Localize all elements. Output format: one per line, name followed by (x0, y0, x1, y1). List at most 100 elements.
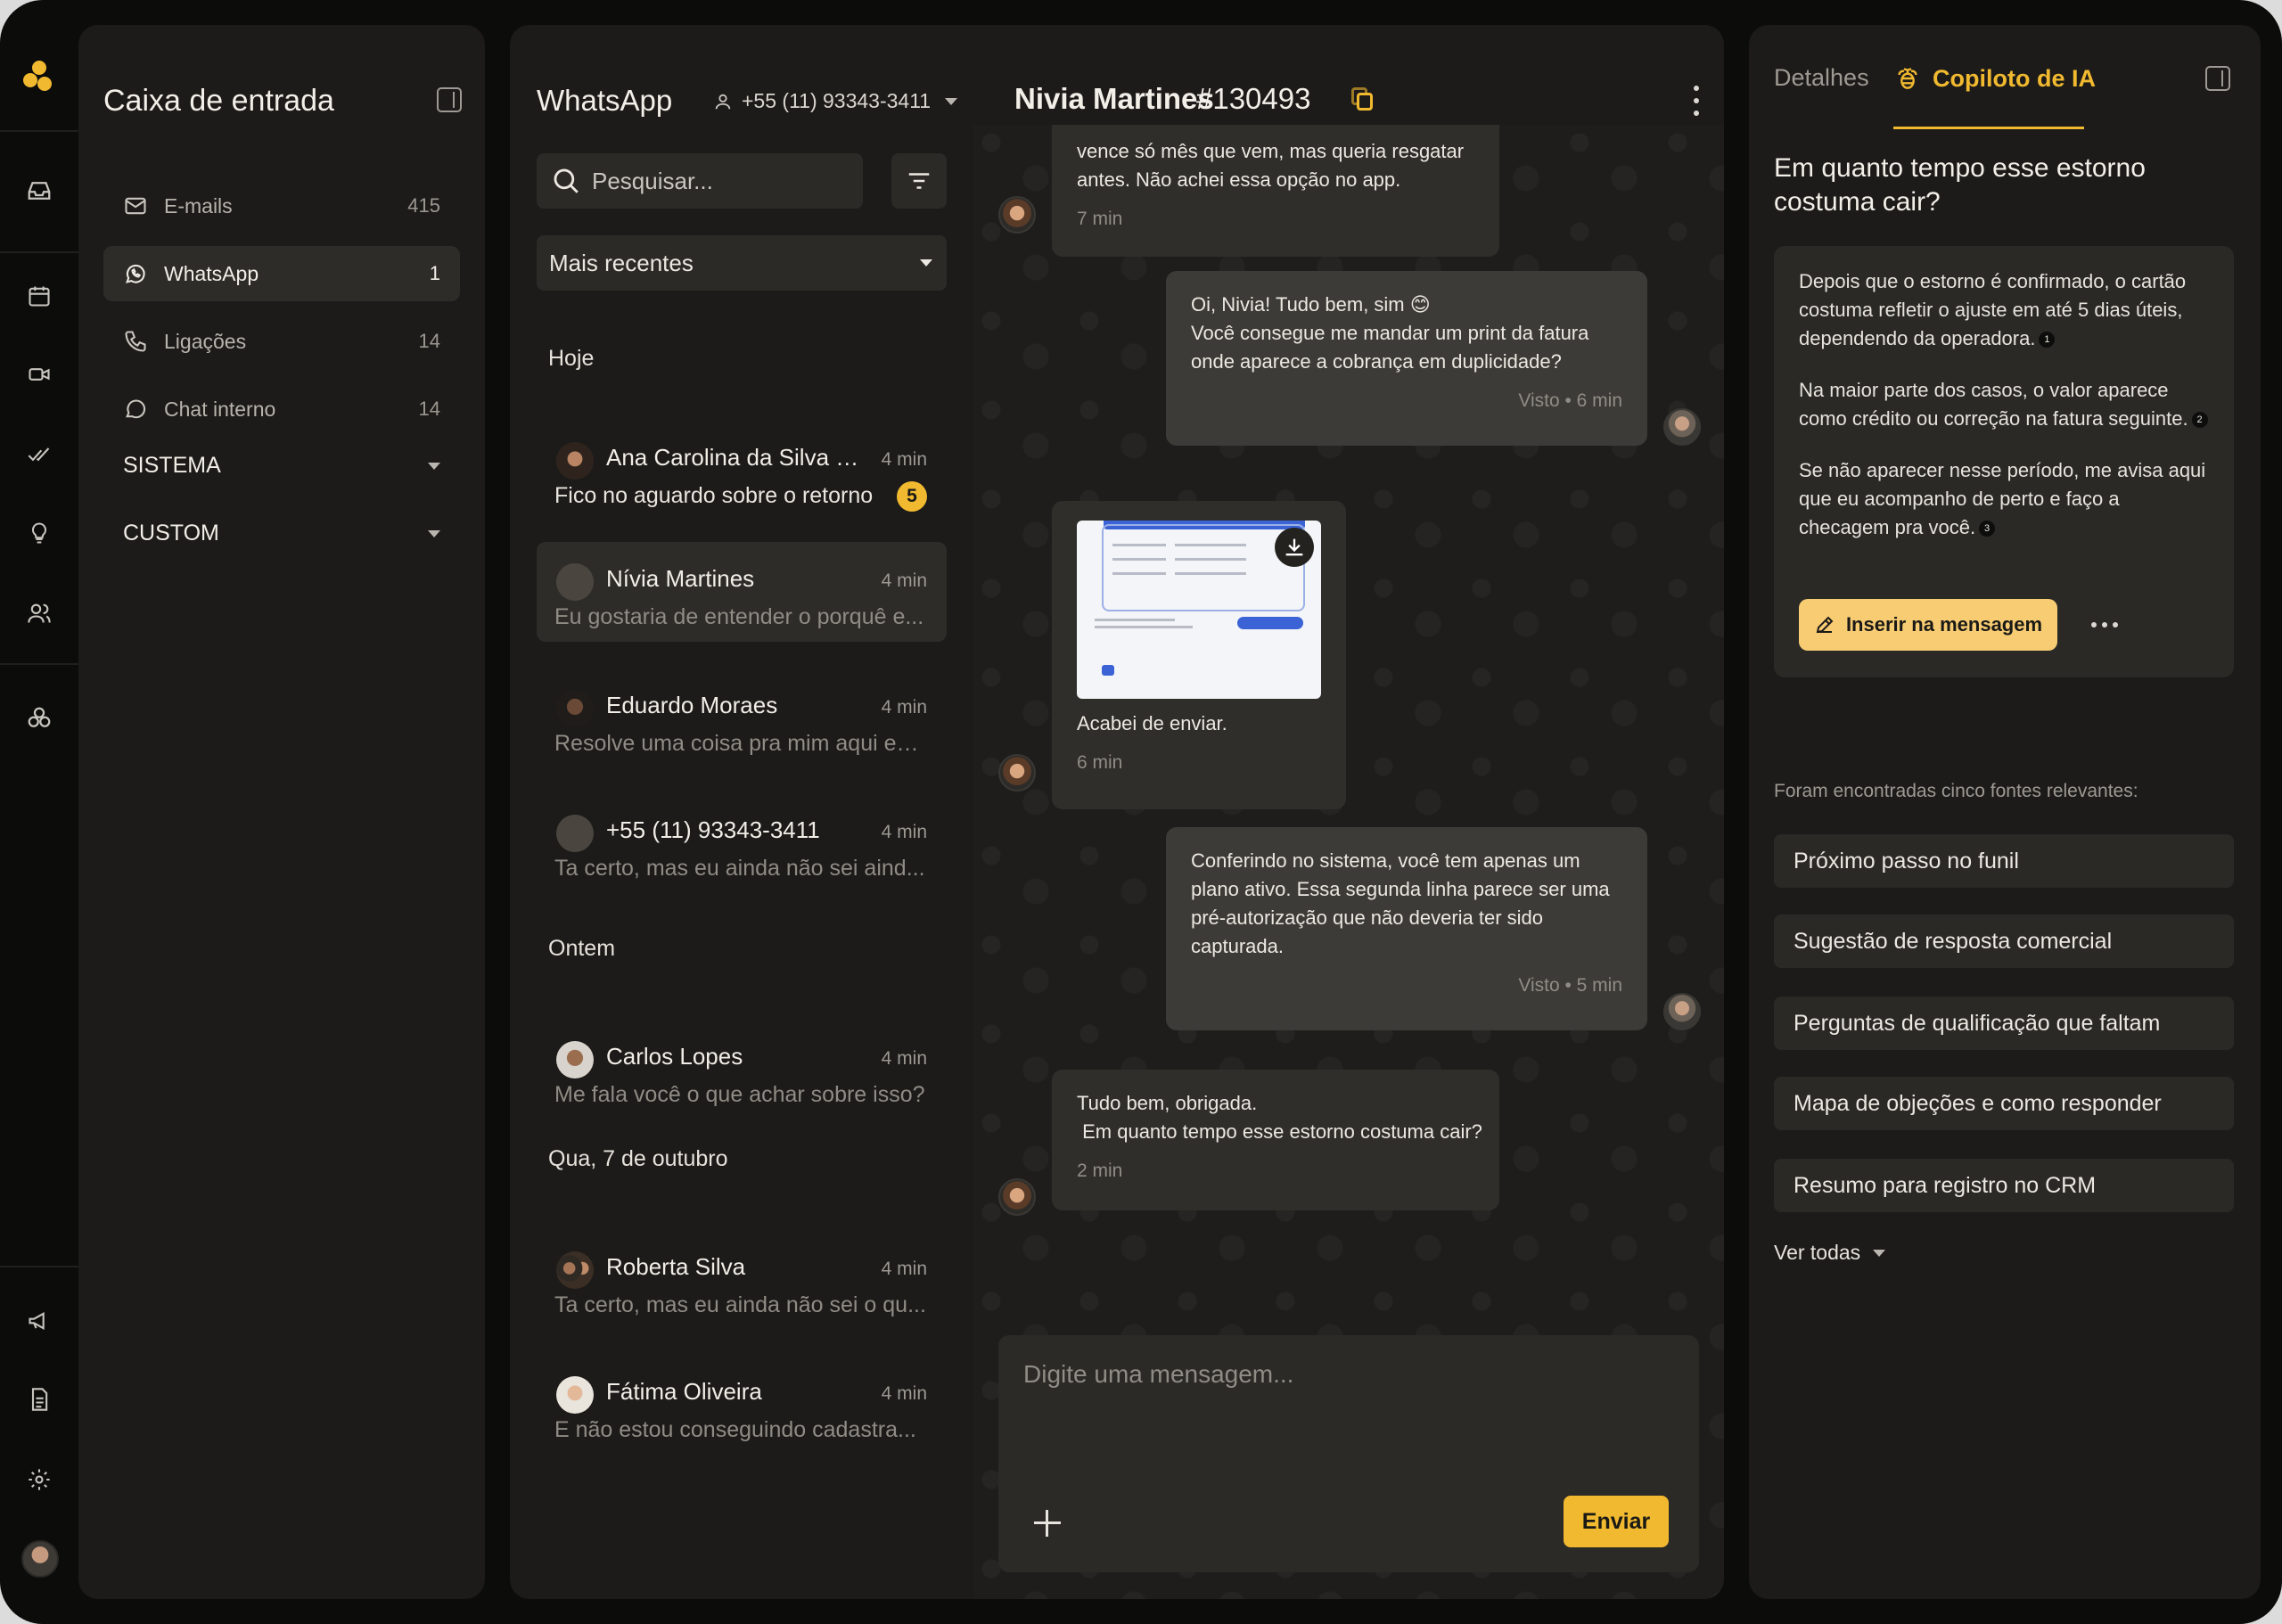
invoice-logo (1102, 665, 1114, 676)
message-line: Conferindo no sistema, você tem apenas u… (1191, 849, 1580, 872)
calendar-icon[interactable] (21, 278, 57, 314)
conversation-item[interactable]: Ana Carolina da Silva Sa... 4 min Fico n… (537, 421, 947, 521)
message-status: Visto • 5 min (1518, 975, 1622, 996)
chat-panel: vence só mês que vem, mas queria resgata… (973, 25, 1724, 1599)
invoice-row (1095, 619, 1175, 621)
document-icon[interactable] (21, 1382, 57, 1417)
conversation-item[interactable]: Roberta Silva 4 min Ta certo, mas eu ain… (537, 1230, 947, 1330)
user-avatar[interactable] (21, 1540, 59, 1578)
group-label: CUSTOM (123, 521, 219, 545)
copilot-panel: Detalhes Copiloto de IA Em quanto tempo … (1749, 25, 2261, 1599)
conversation-time: 4 min (881, 1259, 927, 1279)
conversation-name: Carlos Lopes (606, 1043, 743, 1070)
collapse-panel-icon[interactable] (437, 87, 462, 112)
inbox-item-whatsapp[interactable]: WhatsApp 1 (103, 246, 460, 301)
group-label: SISTEMA (123, 453, 221, 478)
conversation-item[interactable]: Eduardo Moraes 4 min Resolve uma coisa p… (537, 668, 947, 768)
invoice-row (1175, 572, 1246, 575)
see-all-sources-link[interactable]: Ver todas (1774, 1241, 1886, 1265)
conversation-time: 4 min (881, 1048, 927, 1069)
invoice-table (1102, 524, 1305, 611)
message-outgoing: Conferindo no sistema, você tem apenas u… (1166, 827, 1647, 1030)
inbox-item-label: WhatsApp (164, 261, 259, 285)
conversation-name: Eduardo Moraes (606, 692, 778, 718)
footnote-ref[interactable]: 1 (2039, 332, 2056, 349)
message-line: Em quanto tempo esse estorno costuma cai… (1077, 1120, 1482, 1143)
conversation-preview: Me fala você o que achar sobre isso? (554, 1082, 925, 1107)
day-separator: Ontem (548, 936, 616, 961)
message-line: pré-autorização que não deveria ter sido (1191, 906, 1544, 929)
conversation-item[interactable]: +55 (11) 93343-3411 4 min Ta certo, mas … (537, 793, 947, 893)
inbox-item-calls[interactable]: Ligações 14 (103, 314, 460, 369)
answer-paragraph: Na maior parte dos casos, o valor aparec… (1799, 376, 2209, 433)
answer-paragraph: Se não aparecer nesse período, me avisa … (1799, 456, 2209, 542)
tab-ai-copilot[interactable]: Copiloto de IA (1893, 64, 2096, 93)
message-time: 7 min (1077, 209, 1123, 229)
phone-number: +55 (11) 93343-3411 (742, 89, 932, 112)
active-tab-indicator (1893, 127, 2084, 129)
bee-icon (1898, 68, 1917, 89)
source-item[interactable]: Próximo passo no funil (1774, 834, 2234, 888)
inbox-icon[interactable] (21, 173, 57, 209)
search-input[interactable]: Pesquisar... (537, 153, 863, 209)
footnote-ref[interactable]: 2 (2191, 412, 2208, 429)
brand-logo[interactable] (23, 61, 55, 93)
message-line: Você consegue me mandar um print da fatu… (1191, 322, 1589, 344)
source-item[interactable]: Sugestão de resposta comercial (1774, 915, 2234, 968)
double-check-icon[interactable] (21, 437, 57, 472)
group-custom[interactable]: CUSTOM (123, 521, 440, 546)
gear-icon[interactable] (21, 1462, 57, 1497)
day-separator: Hoje (548, 346, 595, 371)
pencil-icon (1816, 616, 1834, 634)
more-options-icon[interactable] (1694, 86, 1699, 116)
chevron-down-icon (428, 462, 440, 470)
add-attachment-icon[interactable] (1032, 1508, 1063, 1538)
message-line: capturada. (1191, 935, 1284, 957)
invoice-image[interactable] (1077, 521, 1321, 699)
answer-text: Na maior parte dos casos, o valor aparec… (1799, 379, 2188, 430)
conversation-time: 4 min (881, 1383, 927, 1404)
filter-button[interactable] (891, 153, 947, 209)
source-item[interactable]: Perguntas de qualificação que faltam (1774, 997, 2234, 1050)
send-button[interactable]: Enviar (1564, 1496, 1669, 1547)
integrations-icon[interactable] (21, 701, 57, 736)
video-icon[interactable] (21, 357, 57, 392)
chevron-down-icon (945, 97, 958, 105)
divider (0, 663, 78, 665)
avatar (556, 1251, 594, 1289)
users-icon[interactable] (21, 595, 57, 631)
agent-avatar (1663, 408, 1701, 446)
footnote-ref[interactable]: 3 (1979, 521, 1996, 537)
insert-in-message-button[interactable]: Inserir na mensagem (1799, 599, 2057, 651)
message-line: Acabei de enviar. (1077, 712, 1227, 734)
conversation-item[interactable]: Carlos Lopes 4 min Me fala você o que ac… (537, 1020, 947, 1120)
inbox-item-internal-chat[interactable]: Chat interno 14 (103, 381, 460, 437)
group-sistema[interactable]: SISTEMA (123, 453, 440, 479)
conversation-item[interactable]: Nívia Martines 4 min Eu gostaria de ente… (537, 542, 947, 642)
lightbulb-icon[interactable] (21, 515, 57, 551)
sort-dropdown[interactable]: Mais recentes (537, 235, 947, 291)
chevron-down-icon (1873, 1249, 1886, 1257)
conversation-item[interactable]: Fátima Oliveira 4 min E não estou conseg… (537, 1355, 947, 1455)
copy-icon[interactable] (1351, 87, 1375, 112)
message-line: Oi, Nivia! Tudo bem, sim 😊 (1191, 293, 1431, 316)
megaphone-icon[interactable] (21, 1303, 57, 1339)
tab-details[interactable]: Detalhes (1774, 64, 1869, 92)
ai-answer-card: Depois que o estorno é confirmado, o car… (1774, 246, 2234, 677)
invoice-total-pill (1237, 617, 1303, 629)
message-composer[interactable]: Digite uma mensagem... Enviar (998, 1335, 1699, 1572)
download-button[interactable] (1275, 528, 1314, 567)
more-actions-icon[interactable] (2091, 622, 2118, 627)
message-incoming: vence só mês que vem, mas queria resgata… (1052, 114, 1499, 257)
conversation-preview: Ta certo, mas eu ainda não sei o qu... (554, 1292, 926, 1317)
source-item[interactable]: Mapa de objeções e como responder (1774, 1077, 2234, 1130)
inbox-item-label: Ligações (164, 329, 247, 353)
insert-label: Inserir na mensagem (1845, 613, 2043, 636)
conversation-name: Nívia Martines (606, 565, 755, 592)
inbox-item-emails[interactable]: E-mails 415 (103, 178, 460, 234)
phone-selector[interactable]: +55 (11) 93343-3411 (713, 89, 958, 113)
inbox-item-count: 415 (407, 194, 440, 217)
source-item[interactable]: Resumo para registro no CRM (1774, 1159, 2234, 1212)
conversation-preview: E não estou conseguindo cadastra... (554, 1417, 916, 1442)
collapse-panel-icon[interactable] (2205, 66, 2230, 91)
